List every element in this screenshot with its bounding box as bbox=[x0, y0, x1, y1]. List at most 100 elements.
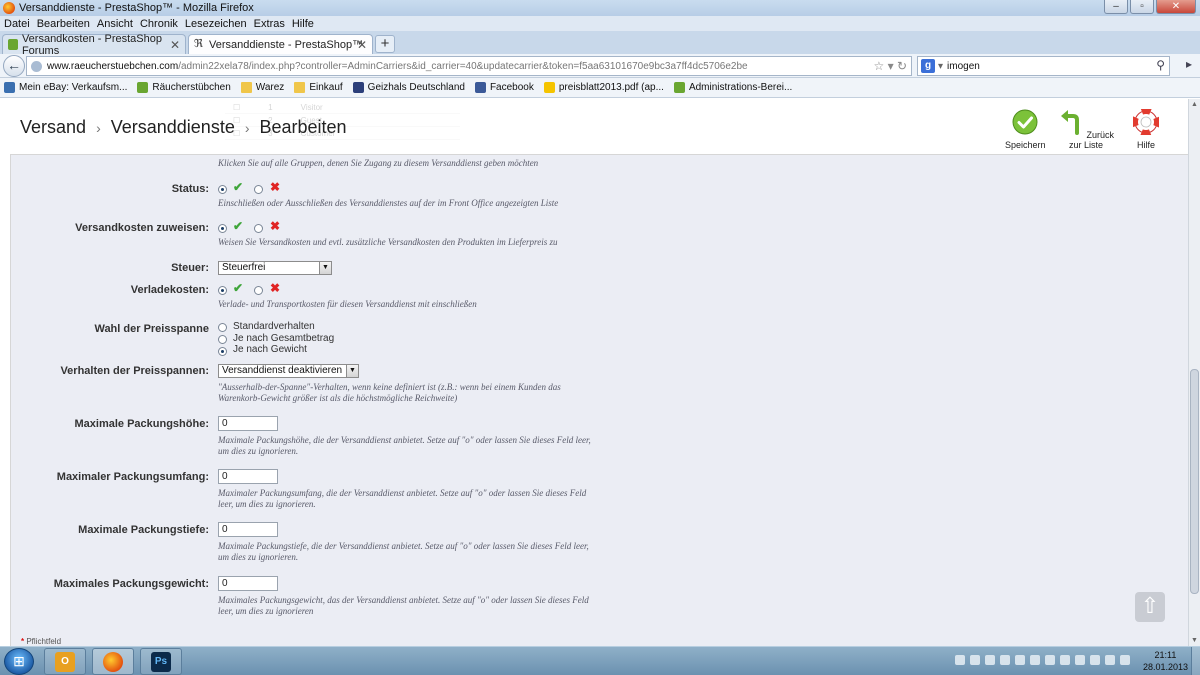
search-input[interactable]: imogen bbox=[947, 61, 980, 72]
handling-yes-radio[interactable] bbox=[218, 286, 227, 295]
menu-datei[interactable]: Datei bbox=[4, 18, 30, 30]
range-behavior-select[interactable]: Versanddienst deaktivieren ▼ bbox=[218, 364, 359, 378]
flag-icon[interactable] bbox=[1120, 655, 1130, 665]
tray-icon[interactable] bbox=[985, 655, 995, 665]
bookmark-raeucherstuebchen[interactable]: Räucherstübchen bbox=[137, 82, 231, 93]
required-asterisk: * bbox=[21, 637, 25, 646]
shipping-costs-hint: Weisen Sie Versandkosten und evtl. zusät… bbox=[218, 237, 558, 247]
shipping-costs-no-radio[interactable] bbox=[254, 224, 263, 233]
check-icon: ✔ bbox=[233, 180, 244, 194]
tray-icon[interactable] bbox=[1030, 655, 1040, 665]
bookmark-administration[interactable]: Administrations-Berei... bbox=[673, 82, 792, 93]
menu-extras[interactable]: Extras bbox=[254, 18, 285, 30]
max-depth-input[interactable]: 0 bbox=[218, 522, 278, 537]
page-viewport: ☐ 1 Visitor ☐ 2 Guest ☐ 3 Customer Versand › V… bbox=[0, 99, 1188, 646]
required-field-note: * Pflichtfeld bbox=[21, 637, 61, 646]
max-height-input[interactable]: 0 bbox=[218, 416, 278, 431]
bookmark-star-icon[interactable]: ☆ bbox=[873, 59, 884, 73]
menu-hilfe[interactable]: Hilfe bbox=[292, 18, 314, 30]
reload-icon[interactable]: ↻ bbox=[897, 59, 907, 73]
back-to-list-button[interactable]: Zurück zur Liste bbox=[1053, 109, 1119, 150]
chevron-right-icon: › bbox=[244, 119, 250, 136]
start-button[interactable]: ⊞ bbox=[4, 648, 34, 675]
bookmark-facebook[interactable]: Facebook bbox=[474, 82, 534, 93]
scroll-up-icon[interactable]: ▲ bbox=[1191, 101, 1198, 108]
breadcrumb-versand[interactable]: Versand bbox=[20, 117, 86, 138]
range-total-price-radio[interactable] bbox=[218, 335, 227, 344]
status-no-radio[interactable] bbox=[254, 185, 263, 194]
range-standard-radio[interactable] bbox=[218, 323, 227, 332]
google-search-engine-icon[interactable]: g bbox=[921, 59, 935, 73]
scroll-to-top-button[interactable]: ⇧ bbox=[1135, 592, 1165, 622]
tax-select[interactable]: Steuerfrei ▼ bbox=[218, 261, 332, 275]
table-row: ☐ 1 Visitor bbox=[225, 101, 460, 114]
signal-icon[interactable] bbox=[1090, 655, 1100, 665]
bookmark-preisblatt[interactable]: preisblatt2013.pdf (ap... bbox=[543, 82, 664, 93]
menu-ansicht[interactable]: Ansicht bbox=[97, 18, 133, 30]
windows-taskbar: ⊞ O Ps 21:11 28.01.2013 bbox=[0, 646, 1200, 675]
tax-selected-value: Steuerfrei bbox=[222, 262, 266, 273]
scrollbar-thumb[interactable] bbox=[1190, 369, 1199, 594]
taskbar-clock[interactable]: 21:11 28.01.2013 bbox=[1143, 649, 1188, 673]
max-weight-input[interactable]: 0 bbox=[218, 576, 278, 591]
bookmark-label: Einkauf bbox=[309, 82, 343, 93]
site-identity-icon[interactable] bbox=[31, 60, 42, 72]
menu-chronik[interactable]: Chronik bbox=[140, 18, 178, 30]
url-bar[interactable]: www.raeucherstuebchen.com /admin22xela78… bbox=[26, 56, 912, 76]
volume-icon[interactable] bbox=[1105, 655, 1115, 665]
taskbar-outlook[interactable]: O bbox=[44, 648, 86, 675]
tray-icon[interactable] bbox=[955, 655, 965, 665]
bluetooth-icon[interactable] bbox=[1060, 655, 1070, 665]
breadcrumb-versanddienste[interactable]: Versanddienste bbox=[111, 117, 235, 138]
status-label: Status: bbox=[171, 183, 209, 195]
dropdown-icon[interactable]: ▾ bbox=[888, 59, 894, 73]
save-button[interactable]: Speichern bbox=[1005, 109, 1046, 150]
search-icon[interactable]: ⚲ bbox=[1156, 58, 1165, 72]
tray-icon[interactable] bbox=[970, 655, 980, 665]
post-horn-icon bbox=[543, 82, 555, 93]
tab-prestashop-forums[interactable]: Versandkosten - PrestaShop Forums ✕ bbox=[2, 33, 186, 57]
help-button[interactable]: Hilfe bbox=[1132, 108, 1160, 150]
status-yes-radio[interactable] bbox=[218, 185, 227, 194]
engine-dropdown-icon[interactable]: ▾ bbox=[938, 61, 943, 72]
check-icon: ✔ bbox=[233, 281, 244, 295]
arrow-up-icon: ⇧ bbox=[1140, 593, 1160, 618]
ebay-icon bbox=[4, 82, 15, 93]
range-weight-label: Je nach Gewicht bbox=[233, 344, 307, 355]
clock-time: 21:11 bbox=[1154, 650, 1177, 660]
bookmark-geizhals[interactable]: Geizhals Deutschland bbox=[352, 82, 465, 93]
new-tab-button[interactable]: + bbox=[375, 35, 395, 53]
tray-icon[interactable] bbox=[1000, 655, 1010, 665]
bookmark-ebay[interactable]: Mein eBay: Verkaufsm... bbox=[4, 82, 127, 93]
overflow-menu-icon[interactable]: ▸ bbox=[1186, 57, 1192, 71]
help-label: Hilfe bbox=[1136, 140, 1155, 150]
maximize-button[interactable]: ▫ bbox=[1130, 0, 1154, 14]
close-tab-icon[interactable]: ✕ bbox=[357, 38, 367, 52]
page-scrollbar[interactable]: ▲ ▼ bbox=[1188, 99, 1200, 646]
shipping-costs-yes-radio[interactable] bbox=[218, 224, 227, 233]
back-button[interactable]: ← bbox=[3, 55, 25, 77]
network-icon[interactable] bbox=[1075, 655, 1085, 665]
range-weight-radio[interactable] bbox=[218, 347, 227, 356]
bookmark-folder-einkauf[interactable]: Einkauf bbox=[294, 82, 343, 93]
bookmark-folder-warez[interactable]: Warez bbox=[240, 82, 284, 93]
menu-bearbeiten[interactable]: Bearbeiten bbox=[37, 18, 90, 30]
tab-versanddienste[interactable]: ℜ Versanddienste - PrestaShop™ ✕ bbox=[188, 34, 373, 54]
prestashop-favicon bbox=[8, 39, 18, 50]
taskbar-firefox[interactable] bbox=[92, 648, 134, 675]
minimize-button[interactable]: – bbox=[1104, 0, 1128, 14]
close-tab-icon[interactable]: ✕ bbox=[170, 38, 180, 52]
bookmark-label: Facebook bbox=[489, 82, 534, 93]
scroll-down-icon[interactable]: ▼ bbox=[1191, 637, 1198, 644]
taskbar-photoshop[interactable]: Ps bbox=[140, 648, 182, 675]
menu-lesezeichen[interactable]: Lesezeichen bbox=[185, 18, 247, 30]
handling-no-radio[interactable] bbox=[254, 286, 263, 295]
search-bar[interactable]: g ▾ imogen ⚲ bbox=[917, 56, 1170, 76]
tray-icon[interactable] bbox=[1015, 655, 1025, 665]
tray-icon[interactable] bbox=[1045, 655, 1055, 665]
close-window-button[interactable]: ✕ bbox=[1156, 0, 1196, 14]
range-standard-label: Standardverhalten bbox=[233, 321, 315, 332]
max-width-input[interactable]: 0 bbox=[218, 469, 278, 484]
facebook-icon bbox=[474, 82, 486, 93]
show-desktop-button[interactable] bbox=[1191, 647, 1200, 675]
